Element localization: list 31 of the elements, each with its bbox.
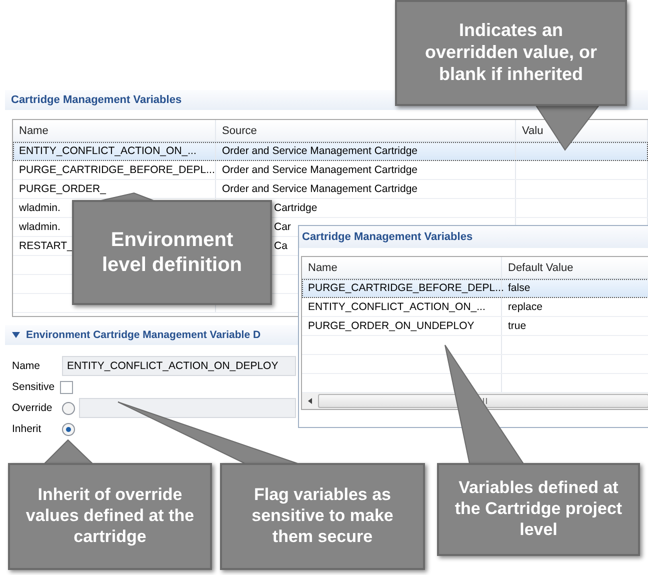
table-cell: ENTITY_CONFLICT_ACTION_ON_... bbox=[302, 298, 502, 316]
table-cell: Order and Service Management Cartridge bbox=[216, 180, 516, 198]
table-cell: false bbox=[502, 279, 648, 297]
table-cell: ENTITY_CONFLICT_ACTION_ON_... bbox=[13, 142, 216, 160]
table-cell: replace bbox=[502, 298, 648, 316]
table-cell: Order and Service Management Cartridge bbox=[216, 161, 516, 179]
table-cell: PURGE_CARTRIDGE_BEFORE_DEPL... bbox=[302, 279, 502, 297]
column-header[interactable]: Name bbox=[302, 257, 502, 278]
radio-button[interactable] bbox=[62, 402, 75, 414]
field-label: Name bbox=[12, 360, 42, 372]
table-cell: Order and Service Management Cartridge bbox=[216, 142, 516, 160]
radio-button[interactable] bbox=[62, 422, 75, 436]
override-field[interactable] bbox=[79, 398, 296, 418]
table-cell: PURGE_CARTRIDGE_BEFORE_DEPL... bbox=[13, 161, 216, 179]
horizontal-scrollbar[interactable] bbox=[302, 393, 648, 409]
option-label: Override bbox=[12, 402, 54, 414]
callout: Flag variables as sensitive to make them secure bbox=[220, 463, 425, 570]
column-header[interactable]: Source bbox=[216, 120, 516, 141]
option-label: Inherit bbox=[12, 423, 42, 435]
table-cell: PURGE_ORDER_ON_UNDEPLOY bbox=[302, 317, 502, 335]
section-title: Cartridge Management Variables bbox=[11, 94, 182, 106]
field-label: Sensitive bbox=[12, 381, 56, 393]
section-title: Environment Cartridge Management Variable D bbox=[26, 329, 261, 341]
column-header[interactable]: Name bbox=[13, 120, 216, 141]
callout: Variables defined at the Cartridge project level bbox=[437, 463, 640, 556]
name-field[interactable]: ENTITY_CONFLICT_ACTION_ON_DEPLOY bbox=[62, 356, 296, 376]
sensitive-checkbox[interactable] bbox=[60, 380, 73, 394]
collapse-icon[interactable] bbox=[11, 330, 21, 340]
column-header[interactable]: Default Value bbox=[502, 257, 648, 278]
table-cell: true bbox=[502, 317, 648, 335]
scroll-left-icon[interactable] bbox=[306, 397, 314, 405]
